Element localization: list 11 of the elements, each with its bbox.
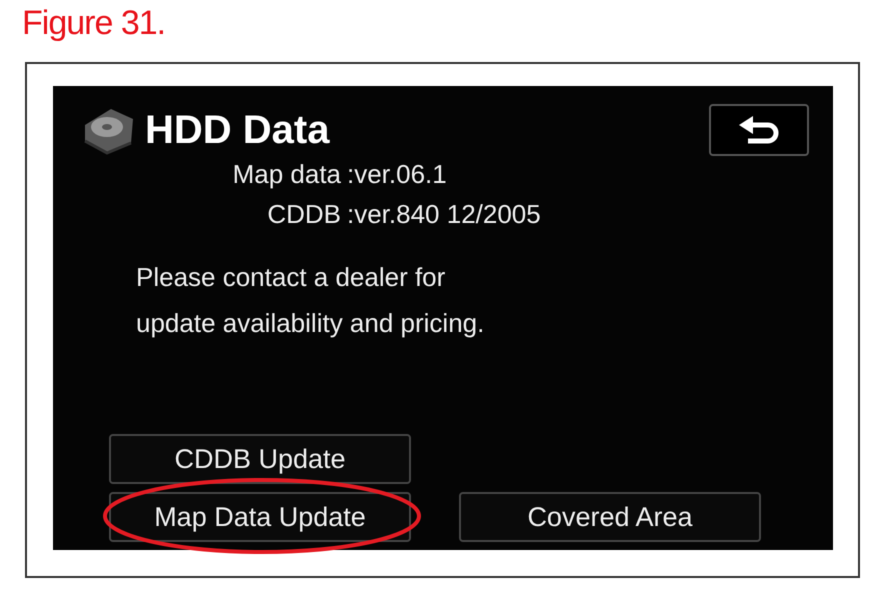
screen-button[interactable]: Map Data Update (109, 492, 411, 542)
screen-button[interactable]: CDDB Update (109, 434, 411, 484)
back-button[interactable] (709, 104, 809, 156)
info-value: :ver.06.1 (347, 159, 447, 189)
figure-caption: Figure 31. (22, 6, 166, 40)
dealer-message: Please contact a dealer for update availability and pricing. (136, 261, 486, 340)
screen-title: HDD Data (145, 110, 330, 150)
info-value: :ver.840 12/2005 (347, 199, 541, 229)
info-label: CDDB (267, 199, 341, 229)
info-label: Map data (232, 159, 341, 189)
screen-button[interactable]: Covered Area (459, 492, 761, 542)
